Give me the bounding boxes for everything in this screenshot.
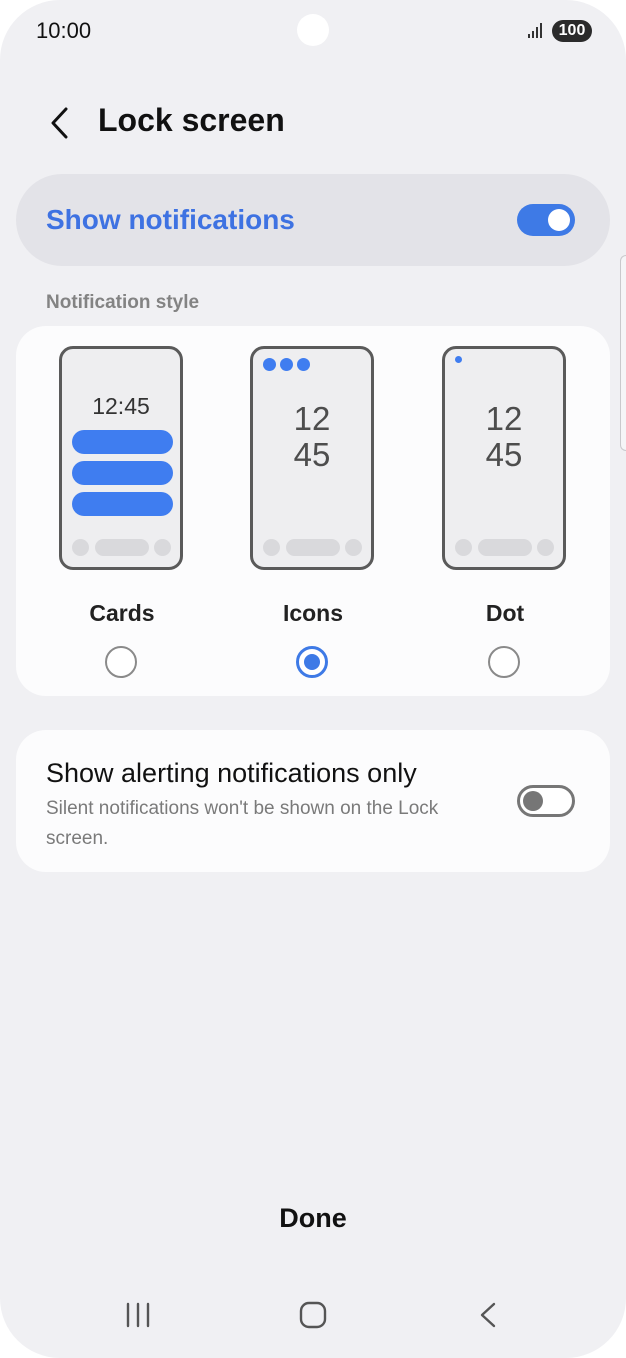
dot-radio[interactable] bbox=[488, 646, 520, 678]
alerting-only-toggle[interactable] bbox=[517, 785, 575, 817]
toggle-knob bbox=[523, 791, 543, 811]
show-notifications-toggle[interactable] bbox=[517, 204, 575, 236]
cards-preview: 12:45 bbox=[59, 346, 183, 570]
home-button[interactable] bbox=[283, 1290, 343, 1340]
lock-screen-settings: 10:00 100 Lock screen Show notifications… bbox=[0, 0, 626, 1358]
show-notifications-row[interactable]: Show notifications bbox=[16, 174, 610, 266]
style-option-label: Icons bbox=[282, 600, 344, 626]
icons-radio[interactable] bbox=[296, 646, 328, 678]
back-icon bbox=[480, 1302, 496, 1328]
alerting-only-description: Silent notifications won't be shown on t… bbox=[46, 798, 439, 849]
style-option-label: Cards bbox=[89, 600, 155, 626]
status-time: 10:00 bbox=[36, 18, 92, 43]
home-icon bbox=[299, 1301, 327, 1329]
page-title: Lock screen bbox=[98, 102, 285, 138]
app-icon-dot bbox=[280, 358, 293, 371]
recents-button[interactable] bbox=[108, 1290, 168, 1340]
recents-icon bbox=[126, 1302, 150, 1328]
alerting-only-title: Show alerting notifications only bbox=[46, 758, 417, 788]
style-option-dot[interactable]: 12 45 Dot bbox=[425, 326, 585, 696]
cards-radio[interactable] bbox=[105, 646, 137, 678]
battery-indicator: 100 bbox=[552, 20, 592, 42]
preview-dock bbox=[445, 539, 563, 556]
done-button[interactable]: Done bbox=[213, 1195, 413, 1241]
preview-dock bbox=[62, 539, 180, 556]
dot-preview: 12 45 bbox=[442, 346, 566, 570]
icons-preview: 12 45 bbox=[250, 346, 374, 570]
preview-time: 12 45 bbox=[293, 400, 331, 473]
chevron-left-icon bbox=[51, 107, 68, 139]
alerting-only-row[interactable]: Show alerting notifications only Silent … bbox=[16, 730, 610, 872]
preview-dock bbox=[253, 539, 371, 556]
style-option-icons[interactable]: 12 45 Icons bbox=[233, 326, 393, 696]
show-notifications-label: Show notifications bbox=[46, 204, 295, 235]
preview-time: 12 45 bbox=[485, 400, 523, 473]
notification-card-bar bbox=[72, 430, 173, 454]
back-button[interactable] bbox=[40, 103, 80, 143]
notification-dot bbox=[455, 356, 462, 363]
notification-style-card: 12:45 Cards 12 45 Icons 12 45 Dot bbox=[16, 326, 610, 696]
app-icon-dot bbox=[297, 358, 310, 371]
edge-panel-handle[interactable] bbox=[620, 255, 626, 451]
notification-card-bar bbox=[72, 492, 173, 516]
app-icon-dot bbox=[263, 358, 276, 371]
signal-icon bbox=[528, 22, 546, 38]
preview-time: 12:45 bbox=[92, 393, 150, 419]
system-back-button[interactable] bbox=[458, 1290, 518, 1340]
style-option-label: Dot bbox=[485, 600, 525, 626]
notification-style-label: Notification style bbox=[46, 292, 200, 313]
notification-card-bar bbox=[72, 461, 173, 485]
style-option-cards[interactable]: 12:45 Cards bbox=[42, 326, 202, 696]
camera-cutout bbox=[297, 14, 329, 46]
navigation-bar bbox=[0, 1290, 626, 1340]
toggle-knob bbox=[548, 209, 570, 231]
